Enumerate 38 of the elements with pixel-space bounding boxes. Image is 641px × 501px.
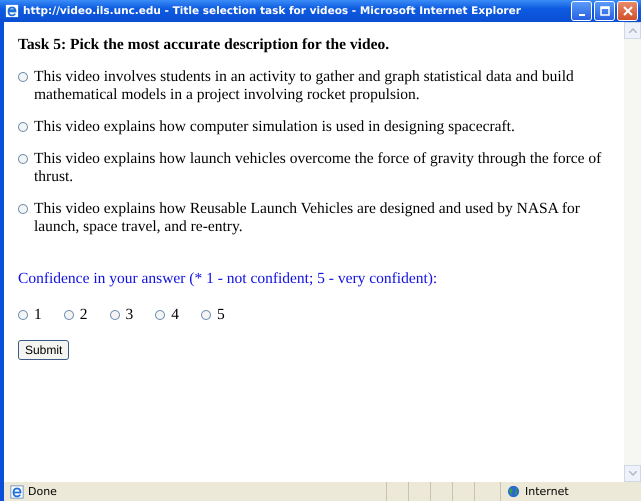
radio-button[interactable] [64,310,74,320]
option-label: This video explains how computer simulation is used in designing spacecraft. [34,118,515,136]
option-label: This video involves students in an activity to gather and graph statistical data and build mathematical models in a project involving rocket propulsion. [34,68,575,104]
option-label: This video explains how Reusable Launch Vehicles are designed and used by NASA for launch, space travel, and re-entry. [34,200,581,236]
rating-label: 1 [34,306,42,323]
radio-button[interactable] [18,154,28,164]
status-text: Done [28,485,58,498]
caret-up-icon [628,28,636,33]
rating-label: 4 [171,306,179,323]
radio-button[interactable] [155,310,166,320]
radio-button[interactable] [18,310,28,320]
task-title: Task 5: Pick the most accurate description for the video. [18,36,390,54]
option-label: This video explains how launch vehicles overcome the force of gravity through the force of thrust. [34,150,602,186]
page-icon [10,484,24,498]
radio-button[interactable] [201,310,211,320]
close-button[interactable] [617,1,638,21]
maximize-icon [600,6,610,16]
close-icon [622,6,632,16]
globe-icon [507,485,520,498]
maximize-button[interactable] [594,1,615,21]
zone-text: Internet [525,485,569,498]
scroll-up-button[interactable] [624,22,641,39]
minimize-button[interactable] [571,1,592,21]
scroll-down-button[interactable] [624,465,641,482]
submit-button[interactable]: Submit [18,340,70,360]
browser-icon [5,4,19,18]
minimize-icon [578,14,584,16]
rating-label: 3 [126,306,134,323]
radio-button[interactable] [110,310,120,320]
caret-down-icon [628,471,636,476]
radio-button[interactable] [18,204,28,214]
confidence-prompt: Confidence in your answer (* 1 - not confident; 5 - very confident): [18,270,438,288]
window-title: http://video.ils.unc.edu - Title selection task for videos - Microsoft Internet Explorer [23,5,522,17]
radio-button[interactable] [18,72,28,82]
scrollbar[interactable] [624,22,641,482]
radio-button[interactable] [18,122,28,132]
rating-label: 2 [80,306,88,323]
rating-label: 5 [217,306,225,323]
